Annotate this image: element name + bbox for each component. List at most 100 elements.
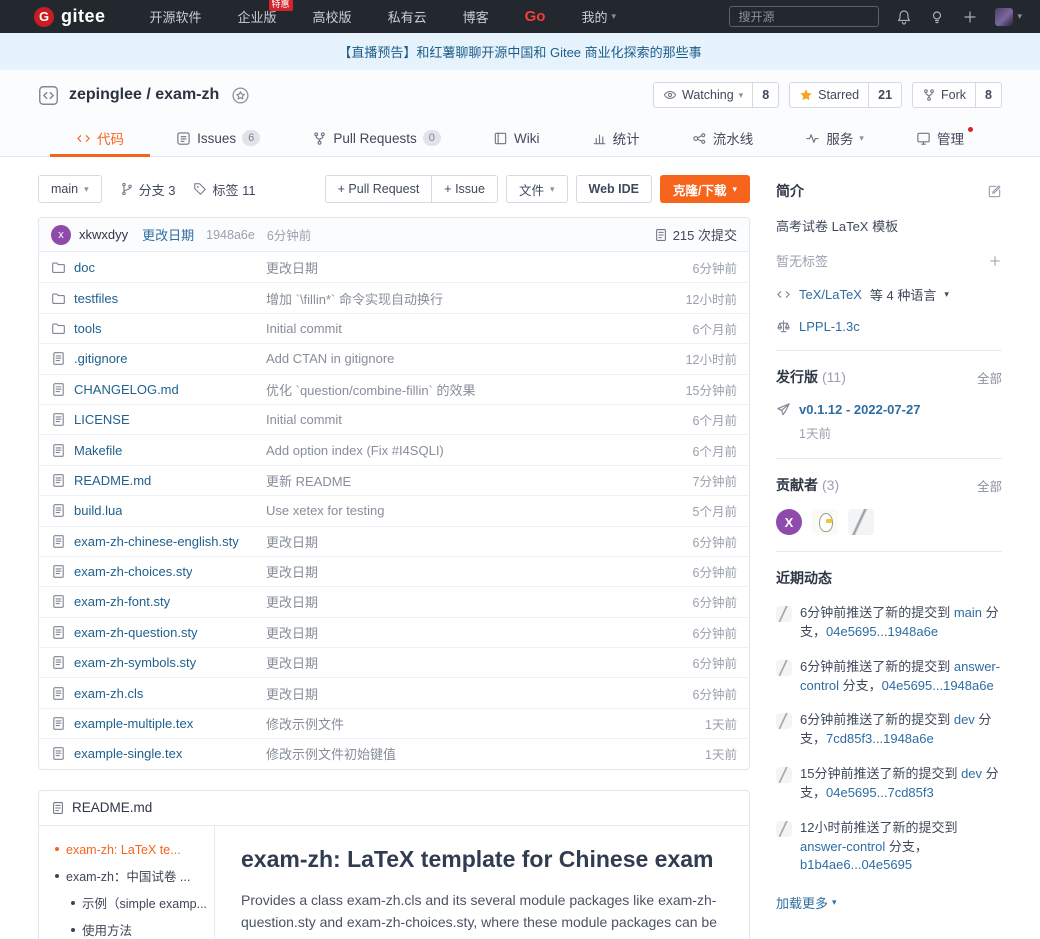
- commit-author-avatar[interactable]: x: [51, 225, 71, 245]
- file-name-link[interactable]: README.md: [74, 473, 151, 488]
- file-name-link[interactable]: exam-zh-symbols.sty: [74, 655, 196, 670]
- toc-item[interactable]: exam-zh: LaTeX te...: [39, 842, 208, 858]
- file-name-link[interactable]: exam-zh-chinese-english.sty: [74, 534, 239, 549]
- activity-avatar[interactable]: [776, 821, 792, 837]
- activity-link[interactable]: dev: [961, 766, 982, 781]
- tab-manage[interactable]: 管理: [908, 120, 972, 156]
- file-row[interactable]: exam-zh-font.sty更改日期6分钟前: [39, 586, 749, 616]
- file-name-link[interactable]: exam-zh-question.sty: [74, 625, 198, 640]
- activity-link[interactable]: b1b4ae6...04e5695: [800, 857, 912, 872]
- search-input[interactable]: [729, 6, 879, 27]
- file-row[interactable]: example-multiple.tex修改示例文件1天前: [39, 708, 749, 738]
- file-row[interactable]: CHANGELOG.md 优化 `question/combine-fillin`…: [39, 374, 749, 404]
- toc-item[interactable]: 示例（simple examp...: [39, 896, 208, 912]
- file-commit-message-link[interactable]: Initial commit: [266, 412, 693, 427]
- file-commit-message-link[interactable]: 更改日期: [266, 653, 693, 672]
- file-row[interactable]: testfiles增加 `\fillin*` 命令实现自动换行12小时前: [39, 282, 749, 312]
- plus-icon[interactable]: [962, 9, 978, 25]
- commit-message-link[interactable]: 更改日期: [142, 225, 194, 244]
- watch-button[interactable]: Watching ▾ 8: [653, 82, 779, 108]
- web-ide-button[interactable]: Web IDE: [576, 175, 652, 203]
- file-name-link[interactable]: doc: [74, 260, 95, 275]
- bell-icon[interactable]: [896, 9, 912, 25]
- add-tag-icon[interactable]: [988, 254, 1002, 268]
- activity-avatar[interactable]: [776, 660, 792, 676]
- file-commit-message-link[interactable]: 更改日期: [266, 684, 693, 703]
- activity-link[interactable]: answer-control: [800, 839, 885, 854]
- edit-icon[interactable]: [987, 184, 1002, 199]
- activity-link[interactable]: dev: [954, 712, 975, 727]
- file-row[interactable]: LICENSEInitial commit6个月前: [39, 404, 749, 434]
- branches-link[interactable]: 分支 3: [120, 180, 176, 199]
- file-name-link[interactable]: Makefile: [74, 443, 122, 458]
- new-issue-button[interactable]: + Issue: [431, 176, 497, 202]
- file-name-link[interactable]: exam-zh-font.sty: [74, 594, 170, 609]
- star-button[interactable]: Starred 21: [789, 82, 902, 108]
- file-commit-message-link[interactable]: 更改日期: [266, 258, 693, 277]
- branch-selector[interactable]: main ▾: [38, 175, 102, 203]
- navbar-item-education[interactable]: 高校版: [313, 7, 352, 26]
- file-name-link[interactable]: LICENSE: [74, 412, 130, 427]
- navbar-item-opensource[interactable]: 开源软件: [150, 7, 202, 26]
- tab-code[interactable]: 代码: [68, 120, 132, 156]
- gitee-logo[interactable]: G gitee: [34, 6, 106, 27]
- tab-issues[interactable]: Issues6: [168, 120, 268, 156]
- file-name-link[interactable]: example-multiple.tex: [74, 716, 193, 731]
- file-row[interactable]: exam-zh-question.sty更改日期6分钟前: [39, 617, 749, 647]
- chevron-down-icon[interactable]: ▾: [944, 290, 949, 299]
- languages-link[interactable]: TeX/LaTeX: [799, 287, 862, 302]
- activity-link[interactable]: 7cd85f3...1948a6e: [826, 731, 934, 746]
- file-commit-message-link[interactable]: 增加 `\fillin*` 命令实现自动换行: [266, 289, 686, 308]
- activity-link[interactable]: 04e5695...1948a6e: [882, 678, 994, 693]
- new-pull-request-button[interactable]: + Pull Request: [326, 176, 432, 202]
- announcement-link[interactable]: 【直播预告】和红薯聊聊开源中国和 Gitee 商业化探索的那些事: [338, 42, 701, 61]
- tab-stats[interactable]: 统计: [584, 120, 648, 156]
- repo-title[interactable]: zepinglee / exam-zh: [69, 86, 219, 104]
- clone-download-button[interactable]: 克隆/下载 ▾: [660, 175, 750, 203]
- user-menu[interactable]: ▾: [995, 8, 1022, 26]
- commit-author[interactable]: xkwxdyy: [79, 227, 128, 242]
- activity-link[interactable]: 04e5695...7cd85f3: [826, 785, 934, 800]
- activity-avatar[interactable]: [776, 713, 792, 729]
- file-name-link[interactable]: exam-zh-choices.sty: [74, 564, 192, 579]
- activity-avatar[interactable]: [776, 767, 792, 783]
- commit-sha[interactable]: 1948a6e: [206, 228, 255, 242]
- releases-all-link[interactable]: 全部: [977, 368, 1002, 387]
- contributors-all-link[interactable]: 全部: [977, 476, 1002, 495]
- file-row[interactable]: exam-zh-symbols.sty更改日期6分钟前: [39, 647, 749, 677]
- file-menu-button[interactable]: 文件 ▾: [506, 175, 568, 203]
- file-commit-message-link[interactable]: Use xetex for testing: [266, 503, 693, 518]
- file-commit-message-link[interactable]: Add option index (Fix #I4SQLI): [266, 443, 693, 458]
- file-commit-message-link[interactable]: 优化 `question/combine-fillin` 的效果: [266, 380, 686, 399]
- file-commit-message-link[interactable]: Add CTAN in gitignore: [266, 351, 686, 366]
- navbar-item-go[interactable]: Go: [525, 8, 546, 25]
- fork-count[interactable]: 8: [975, 83, 1001, 107]
- toc-item[interactable]: 使用方法: [39, 923, 208, 939]
- activity-link[interactable]: 04e5695...1948a6e: [826, 624, 938, 639]
- file-commit-message-link[interactable]: 修改示例文件: [266, 714, 705, 733]
- file-row[interactable]: .gitignoreAdd CTAN in gitignore12小时前: [39, 343, 749, 373]
- tags-link[interactable]: 标签 11: [193, 180, 255, 199]
- tab-pipeline[interactable]: 流水线: [684, 120, 762, 156]
- file-row[interactable]: toolsInitial commit6个月前: [39, 313, 749, 343]
- file-row[interactable]: exam-zh.cls更改日期6分钟前: [39, 677, 749, 707]
- file-name-link[interactable]: exam-zh.cls: [74, 686, 143, 701]
- navbar-item-mine[interactable]: 我的▾: [581, 7, 616, 26]
- file-row[interactable]: README.md更新 README7分钟前: [39, 465, 749, 495]
- file-commit-message-link[interactable]: 更新 README: [266, 471, 693, 490]
- tab-wiki[interactable]: Wiki: [485, 120, 548, 156]
- avatar[interactable]: [995, 8, 1013, 26]
- file-row[interactable]: build.luaUse xetex for testing5个月前: [39, 495, 749, 525]
- license-link[interactable]: LPPL-1.3c: [799, 319, 860, 334]
- navbar-item-blog[interactable]: 博客: [463, 7, 489, 26]
- file-name-link[interactable]: tools: [74, 321, 101, 336]
- file-name-link[interactable]: CHANGELOG.md: [74, 382, 179, 397]
- file-commit-message-link[interactable]: 更改日期: [266, 562, 693, 581]
- load-more-link[interactable]: 加载更多 ▾: [776, 893, 1002, 912]
- file-commit-message-link[interactable]: 更改日期: [266, 592, 693, 611]
- commits-count-link[interactable]: 215 次提交: [654, 225, 737, 244]
- fork-button[interactable]: Fork 8: [912, 82, 1002, 108]
- file-commit-message-link[interactable]: Initial commit: [266, 321, 693, 336]
- file-row[interactable]: doc更改日期6分钟前: [39, 252, 749, 282]
- bulb-icon[interactable]: [929, 9, 945, 25]
